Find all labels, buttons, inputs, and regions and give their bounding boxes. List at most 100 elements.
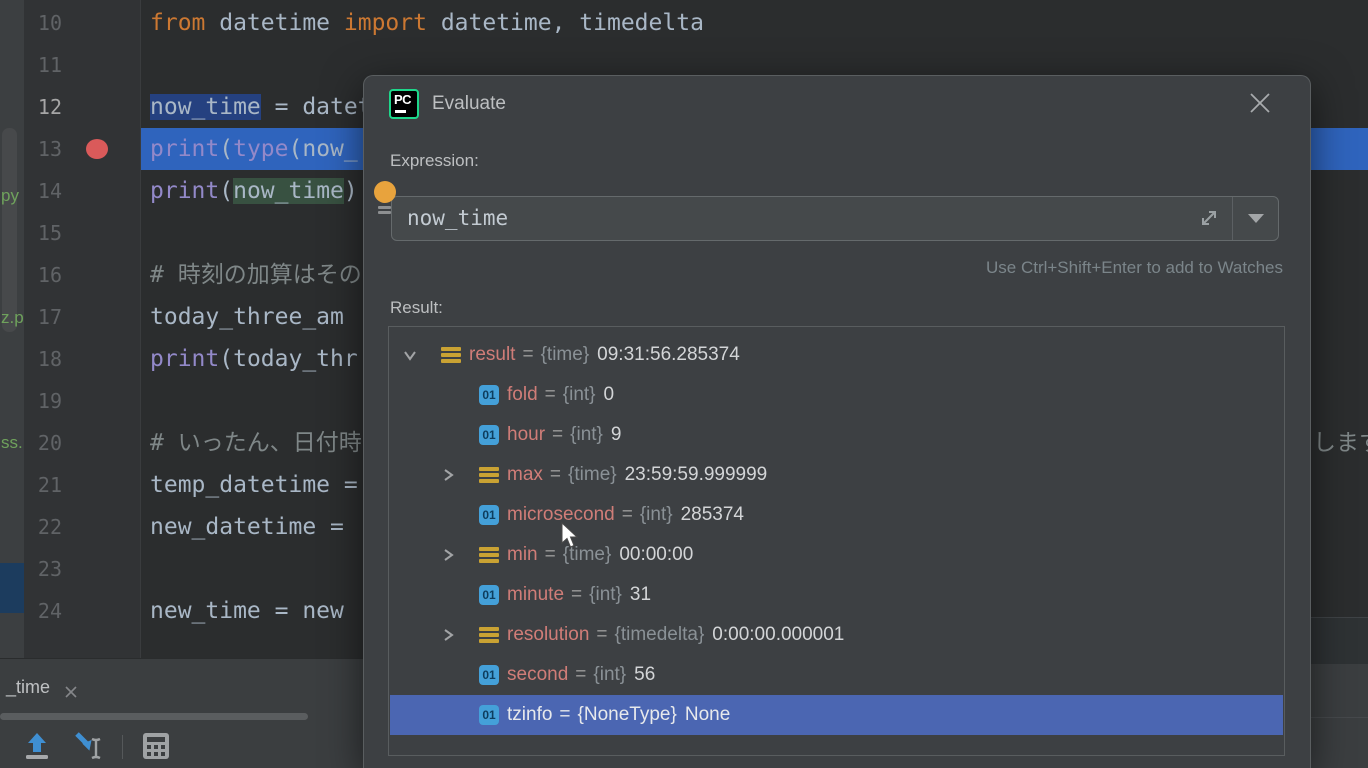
- code-line-16[interactable]: # 時刻の加算はその: [150, 254, 362, 296]
- gutter-line-22[interactable]: 22: [24, 506, 62, 548]
- expression-history-dropdown[interactable]: [1232, 197, 1278, 240]
- project-tree-scrollbar[interactable]: [2, 128, 17, 332]
- gutter-line-16[interactable]: 16: [24, 254, 62, 296]
- equals-sign: =: [522, 344, 533, 365]
- tree-row-minute[interactable]: 01minute={int}31: [390, 575, 1283, 615]
- gutter-line-21[interactable]: 21: [24, 464, 62, 506]
- gutter-line-14[interactable]: 14: [24, 170, 62, 212]
- primitive-value-icon: 01: [479, 665, 499, 685]
- evaluate-expression-icon[interactable]: [141, 731, 171, 761]
- tree-row-result[interactable]: result = {time} 09:31:56.285374: [390, 335, 1283, 375]
- gutter-line-20[interactable]: 20: [24, 422, 62, 464]
- variable-value: 0:00:00.000001: [712, 624, 844, 645]
- variable-type: {time}: [568, 464, 617, 485]
- code-line-10[interactable]: from datetime import datetime, timedelta: [150, 2, 704, 44]
- tree-row-fold[interactable]: 01fold={int}0: [390, 375, 1283, 415]
- variable-value: 23:59:59.999999: [625, 464, 768, 485]
- dialog-title: Evaluate: [432, 93, 506, 115]
- code-segment: datetime: [205, 10, 343, 36]
- chevron-collapsed-icon[interactable]: [441, 628, 455, 642]
- gutter-line-12[interactable]: 12: [24, 86, 62, 128]
- object-icon: [479, 547, 499, 563]
- lightbulb-icon[interactable]: [373, 181, 397, 217]
- code-line-21[interactable]: temp_datetime =: [150, 464, 358, 506]
- code-segment: datetime, timedelta: [427, 10, 704, 36]
- chevron-collapsed-icon[interactable]: [441, 548, 455, 562]
- code-line-24[interactable]: new_time = new: [150, 590, 344, 632]
- code-segment: print: [150, 136, 219, 162]
- debug-tab-label[interactable]: _time: [6, 677, 50, 698]
- gutter-line-13[interactable]: 13: [24, 128, 62, 170]
- tab-close-icon[interactable]: [64, 685, 78, 699]
- code-line-12[interactable]: now_time = datet: [150, 86, 372, 128]
- gutter-line-19[interactable]: 19: [24, 380, 62, 422]
- variable-text: resolution={timedelta}0:00:00.000001: [507, 615, 844, 655]
- variable-name: result: [469, 344, 515, 365]
- equals-sign: =: [575, 664, 586, 685]
- variable-type: {int}: [640, 504, 673, 525]
- variable-name: hour: [507, 424, 545, 445]
- variable-name: tzinfo: [507, 704, 552, 725]
- debug-panel-edge: [1311, 617, 1368, 664]
- variable-text: result = {time} 09:31:56.285374: [469, 335, 740, 375]
- tree-row-resolution[interactable]: resolution={timedelta}0:00:00.000001: [390, 615, 1283, 655]
- breakpoint-dot[interactable]: [86, 139, 108, 159]
- gutter-line-10[interactable]: 10: [24, 2, 62, 44]
- variable-text: minute={int}31: [507, 575, 651, 615]
- equals-sign: =: [559, 704, 570, 725]
- variable-type: {int}: [593, 664, 626, 685]
- equals-sign: =: [550, 464, 561, 485]
- code-line-18[interactable]: print(today_thr: [150, 338, 358, 380]
- chevron-collapsed-icon[interactable]: [441, 468, 455, 482]
- code-segment: type: [233, 136, 288, 162]
- variable-name: min: [507, 544, 538, 565]
- project-tree-selected-item[interactable]: [0, 563, 24, 613]
- gutter-line-24[interactable]: 24: [24, 590, 62, 632]
- variable-text: hour={int}9: [507, 415, 621, 455]
- tree-row-tzinfo[interactable]: 01tzinfo={NoneType}None: [390, 695, 1283, 735]
- tab-scrollbar-thumb[interactable]: [0, 713, 308, 720]
- chevron-down-icon: [1248, 214, 1264, 223]
- pycharm-logo: PC: [389, 89, 419, 119]
- code-segment: print: [150, 178, 219, 204]
- code-line-22[interactable]: new_datetime =: [150, 506, 358, 548]
- equals-sign: =: [571, 584, 582, 605]
- mouse-cursor: [560, 522, 579, 550]
- variable-text: fold={int}0: [507, 375, 614, 415]
- variable-text: second={int}56: [507, 655, 655, 695]
- variable-value: 09:31:56.285374: [597, 344, 740, 365]
- tree-row-second[interactable]: 01second={int}56: [390, 655, 1283, 695]
- variable-text: microsecond={int}285374: [507, 495, 744, 535]
- object-icon: [441, 347, 461, 363]
- gutter-line-18[interactable]: 18: [24, 338, 62, 380]
- code-segment: # いったん、日付時: [150, 430, 362, 456]
- expand-window-icon[interactable]: [1198, 207, 1220, 229]
- project-tree-sliver[interactable]: py z.p ss.: [0, 0, 25, 658]
- editor-gutter[interactable]: 101112131415161718192021222324: [24, 0, 141, 658]
- code-line-14[interactable]: print(now_time): [150, 170, 358, 212]
- variable-type: {time}: [541, 344, 590, 365]
- code-segment: print: [150, 346, 219, 372]
- gutter-line-11[interactable]: 11: [24, 44, 62, 86]
- chevron-expanded-icon[interactable]: [403, 348, 417, 362]
- tree-row-microsecond[interactable]: 01microsecond={int}285374: [390, 495, 1283, 535]
- run-to-cursor-icon[interactable]: [74, 731, 112, 761]
- code-segment: new_time = new: [150, 598, 344, 624]
- code-line-20[interactable]: # いったん、日付時: [150, 422, 362, 464]
- expression-input[interactable]: now_time: [391, 196, 1279, 241]
- code-segment: # 時刻の加算はその: [150, 262, 362, 288]
- expression-value[interactable]: now_time: [407, 197, 508, 240]
- equals-sign: =: [596, 624, 607, 645]
- tree-row-hour[interactable]: 01hour={int}9: [390, 415, 1283, 455]
- result-tree[interactable]: result={time}09:31:56.28537401fold={int}…: [388, 326, 1285, 756]
- code-segment: now_time: [150, 94, 261, 120]
- gutter-line-23[interactable]: 23: [24, 548, 62, 590]
- tree-row-min[interactable]: min={time}00:00:00: [390, 535, 1283, 575]
- tree-row-max[interactable]: max={time}23:59:59.999999: [390, 455, 1283, 495]
- code-line-17[interactable]: today_three_am: [150, 296, 358, 338]
- close-icon[interactable]: [1248, 91, 1272, 115]
- step-out-icon[interactable]: [22, 731, 52, 761]
- gutter-line-17[interactable]: 17: [24, 296, 62, 338]
- gutter-line-15[interactable]: 15: [24, 212, 62, 254]
- code-line-13[interactable]: print(type(now_: [150, 128, 358, 170]
